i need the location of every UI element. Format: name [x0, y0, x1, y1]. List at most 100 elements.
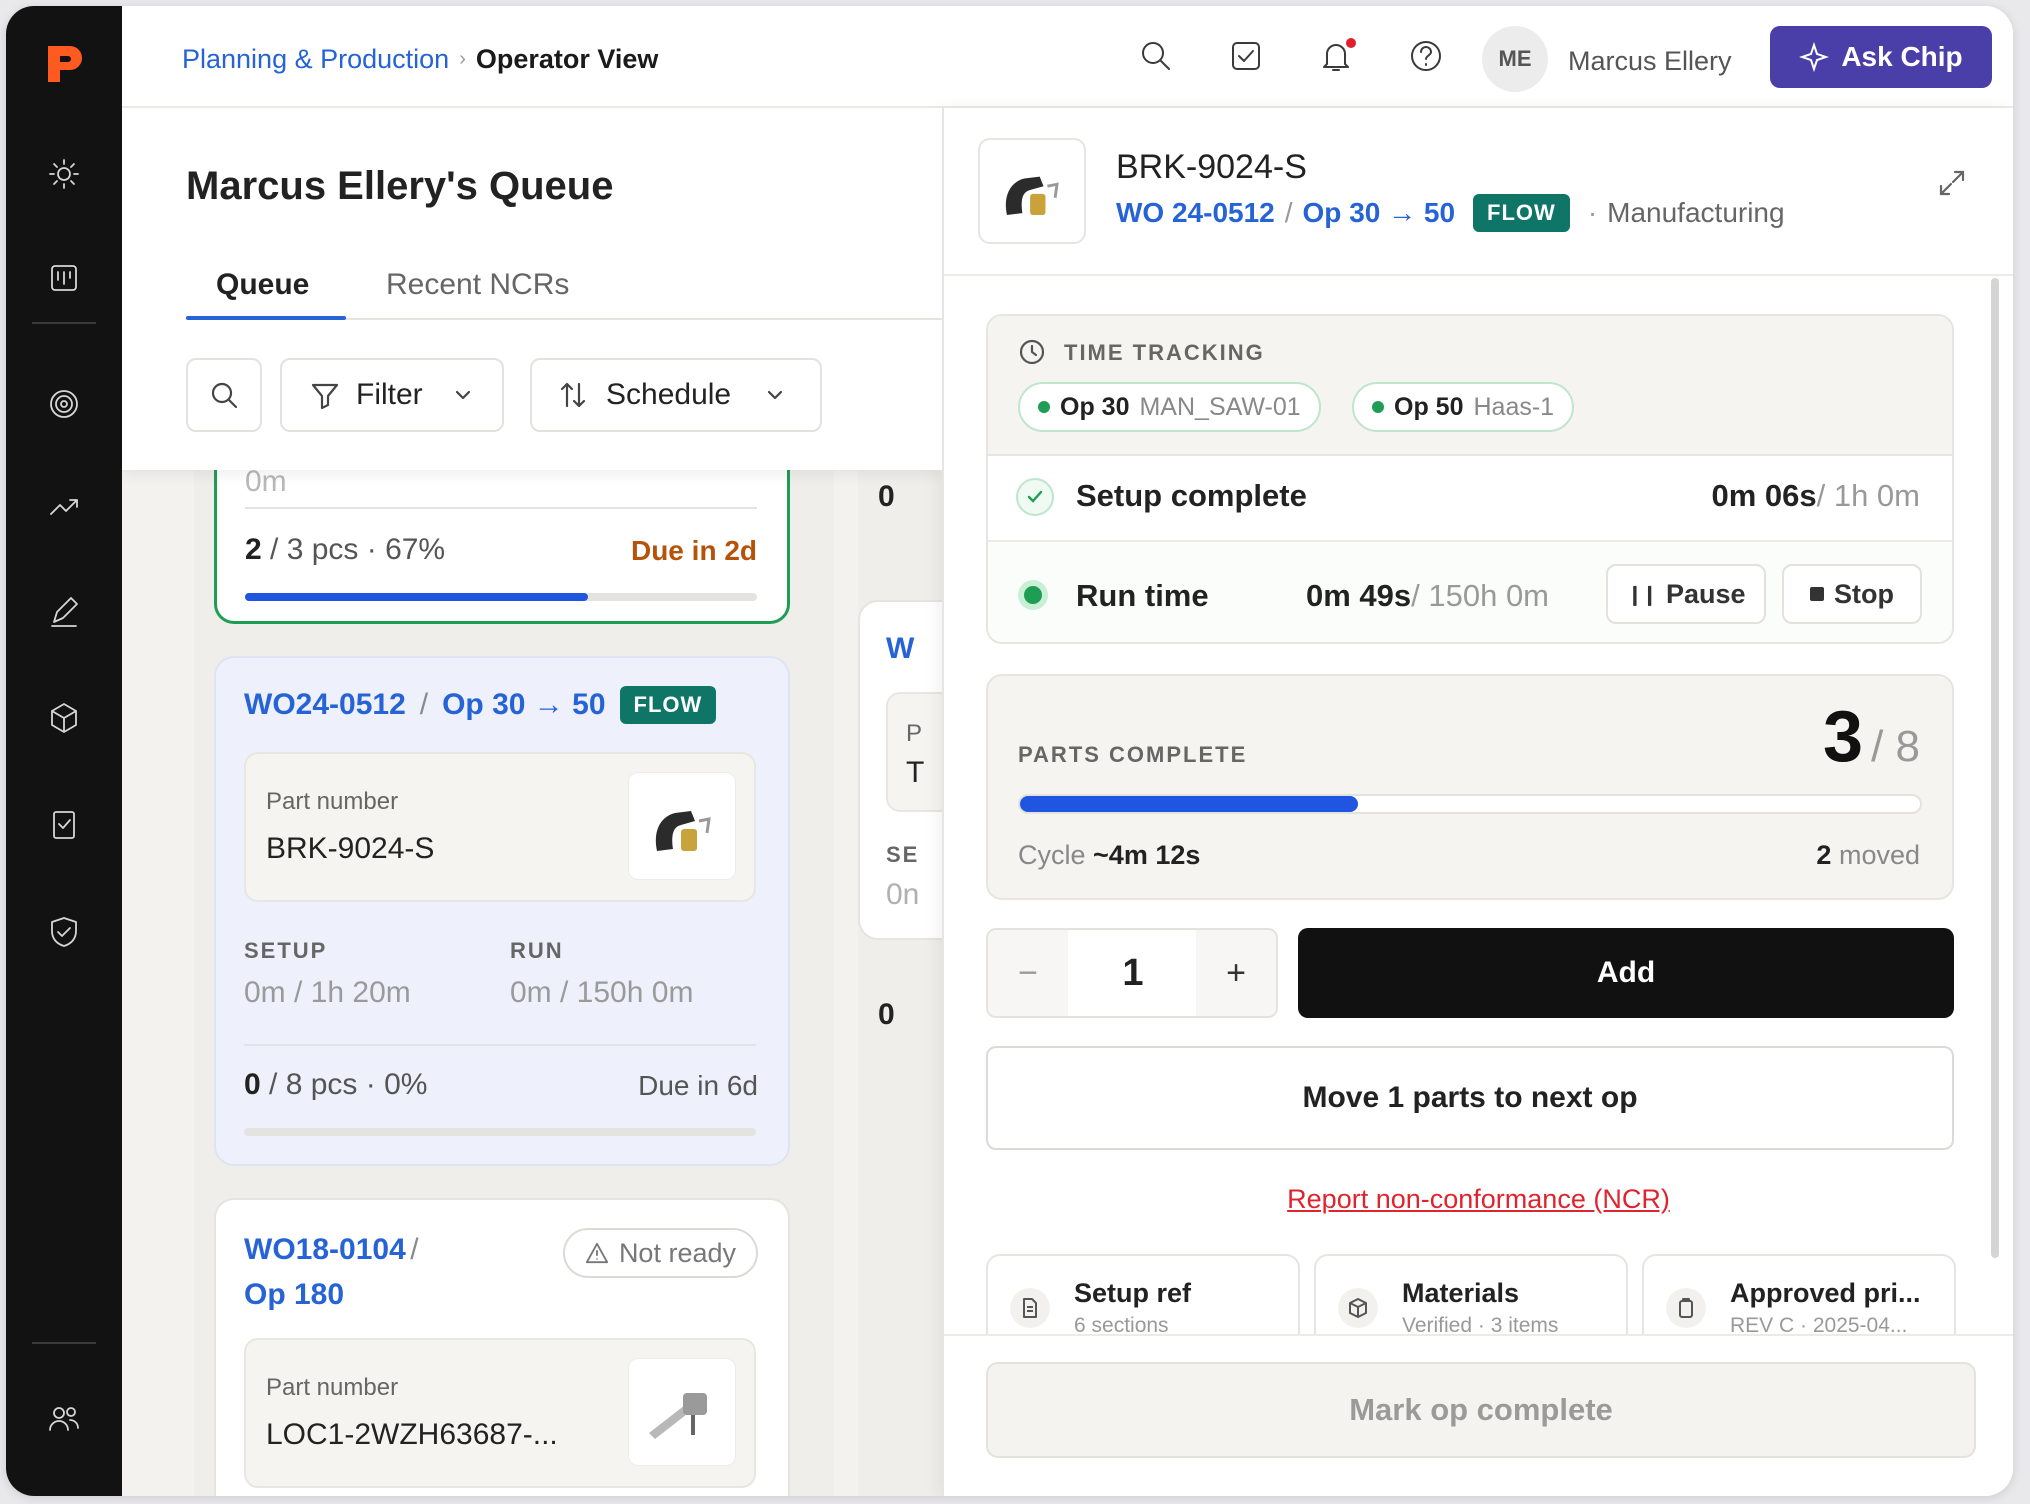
time-tracking-label: TIME TRACKING	[1064, 340, 1265, 365]
expand-icon[interactable]	[1937, 168, 1971, 202]
quantity-input[interactable]: 1	[1068, 930, 1198, 1016]
col2-part-box: P T	[886, 692, 942, 812]
add-button[interactable]: Add	[1298, 928, 1954, 1018]
schedule-label: Schedule	[606, 378, 732, 411]
search-button[interactable]	[186, 358, 262, 432]
shield-icon[interactable]	[44, 912, 84, 952]
card-header: WO18-0104 / Op 180	[244, 1230, 419, 1320]
card-partial[interactable]: W P T SE 0n	[858, 600, 942, 940]
help-icon[interactable]	[1408, 38, 1448, 78]
detail-scroll-area: TIME TRACKING Op 30 MAN_SAW-01 Op 50 Haa…	[944, 276, 2013, 1336]
decrement-button[interactable]: −	[988, 930, 1068, 1016]
sun-icon[interactable]	[44, 154, 84, 194]
pause-button[interactable]: ❙❙ Pause	[1606, 564, 1766, 624]
part-thumbnail	[628, 772, 736, 880]
divider	[244, 1044, 756, 1046]
setup-time: 0m 06s/ 1h 0m	[1711, 478, 1920, 513]
time-tracking-header: TIME TRACKING Op 30 MAN_SAW-01 Op 50 Haa…	[988, 316, 1952, 456]
tab-queue[interactable]: Queue	[216, 268, 309, 302]
tile-title: Setup ref	[1074, 1278, 1192, 1308]
parts-total: / 8	[1871, 722, 1920, 771]
chip-machine: Haas-1	[1473, 392, 1555, 421]
cycle-text: Cycle ~4m 12s	[1018, 840, 1201, 870]
app-window: Planning & Production › Operator View ME…	[6, 6, 2013, 1496]
users-icon[interactable]	[44, 1398, 84, 1438]
tab-recent-ncrs[interactable]: Recent NCRs	[386, 268, 569, 302]
search-icon[interactable]	[1138, 38, 1178, 78]
col2-wo[interactable]: W	[886, 632, 914, 666]
detail-footer: Mark op complete	[944, 1334, 2013, 1496]
due-label: Due in 6d	[638, 1070, 758, 1101]
filter-button[interactable]: Filter	[280, 358, 504, 432]
progress-bar	[245, 593, 757, 601]
chip-op: Op 30	[1060, 392, 1130, 421]
wo-link[interactable]: WO18-0104	[244, 1233, 406, 1266]
col2-part: T	[906, 756, 925, 789]
slash: /	[419, 688, 429, 721]
move-parts-button[interactable]: Move 1 parts to next op	[986, 1046, 1954, 1150]
queue-card-wo18-0104[interactable]: WO18-0104 / Op 180 Not ready Part number…	[214, 1198, 790, 1496]
document-icon	[1010, 1288, 1050, 1328]
pause-icon: ❙❙	[1626, 583, 1657, 606]
rail-divider	[32, 1342, 96, 1344]
pcs-progress-text: 0 / 8 pcs · 0%	[244, 1068, 428, 1101]
bell-icon[interactable]	[1318, 36, 1358, 78]
col2-count: 0	[878, 480, 895, 513]
setup-value: 0m / 1h 20m	[244, 976, 411, 1009]
op-link[interactable]: Op 30 → 50	[442, 688, 605, 722]
run-value: 0m / 150h 0m	[510, 976, 694, 1009]
pause-label: Pause	[1665, 578, 1746, 609]
wo-link[interactable]: WO 24-0512	[1116, 197, 1275, 229]
search-icon	[211, 382, 238, 409]
sort-icon	[560, 382, 586, 408]
part-label: Part number	[266, 1374, 399, 1401]
parts-count: 3 / 8	[1823, 696, 1920, 778]
clock-icon	[1018, 338, 1048, 368]
department: Manufacturing	[1607, 197, 1785, 228]
ask-chip-button[interactable]: Ask Chip	[1770, 26, 1992, 88]
op-chip-50[interactable]: Op 50 Haas-1	[1352, 382, 1575, 432]
wo-link[interactable]: WO24-0512	[244, 688, 406, 722]
parts-label: PARTS COMPLETE	[1018, 742, 1248, 767]
stop-button[interactable]: Stop	[1782, 564, 1922, 624]
scrollbar[interactable]	[1991, 278, 1999, 1258]
top-bar: Planning & Production › Operator View ME…	[122, 6, 2013, 108]
sparkle-icon	[1799, 42, 1830, 72]
avatar[interactable]: ME	[1482, 26, 1548, 92]
mark-op-complete-button[interactable]: Mark op complete	[986, 1362, 1976, 1458]
brand-logo[interactable]	[38, 38, 90, 90]
notification-dot	[1344, 36, 1358, 50]
pen-icon[interactable]	[44, 592, 84, 632]
separator-dot: ·	[1587, 197, 1598, 228]
user-name[interactable]: Marcus Ellery	[1568, 46, 1732, 77]
op-link[interactable]: Op 30 → 50	[1303, 197, 1456, 229]
box-icon[interactable]	[44, 698, 84, 738]
increment-button[interactable]: +	[1196, 930, 1276, 1016]
page-title: Marcus Ellery's Queue	[186, 164, 614, 208]
checklist-icon[interactable]	[44, 804, 84, 844]
board-icon[interactable]	[44, 258, 84, 298]
divider	[245, 507, 757, 509]
parts-complete-card: PARTS COMPLETE 3 / 8 Cycle ~4m 12s 2 mov…	[986, 674, 1954, 900]
tasks-icon[interactable]	[1228, 38, 1268, 78]
op-chip-30[interactable]: Op 30 MAN_SAW-01	[1018, 382, 1321, 432]
queue-area: Marcus Ellery's Queue Queue Recent NCRs …	[122, 108, 942, 1496]
time-tracking-card: TIME TRACKING Op 30 MAN_SAW-01 Op 50 Haa…	[986, 314, 1954, 644]
slash: /	[1284, 197, 1293, 228]
schedule-button[interactable]: Schedule	[530, 358, 822, 432]
status-dot	[1038, 401, 1050, 413]
op-link[interactable]: Op 180	[244, 1278, 344, 1311]
run-row: Run time 0m 49s/ 150h 0m ❙❙ Pause Stop	[988, 540, 1952, 642]
target-icon[interactable]	[44, 384, 84, 424]
clipboard-icon	[1666, 1288, 1706, 1328]
setup-label: SETUP	[244, 938, 328, 963]
progress-bar	[244, 1128, 756, 1136]
report-ncr-link[interactable]: Report non-conformance (NCR)	[944, 1184, 2013, 1215]
queue-card-wo24-0512[interactable]: WO24-0512 / Op 30 → 50 FLOW Part number …	[214, 656, 790, 1166]
chevron-right-icon: ›	[459, 48, 466, 70]
breadcrumb-parent[interactable]: Planning & Production	[182, 44, 449, 75]
nav-rail	[6, 6, 122, 1496]
due-label: Due in 2d	[630, 535, 757, 566]
trend-icon[interactable]	[44, 486, 84, 526]
queue-board: 0 W P T SE 0n 0 0m 2 / 3 pcs · 67% Due i…	[122, 410, 942, 1496]
